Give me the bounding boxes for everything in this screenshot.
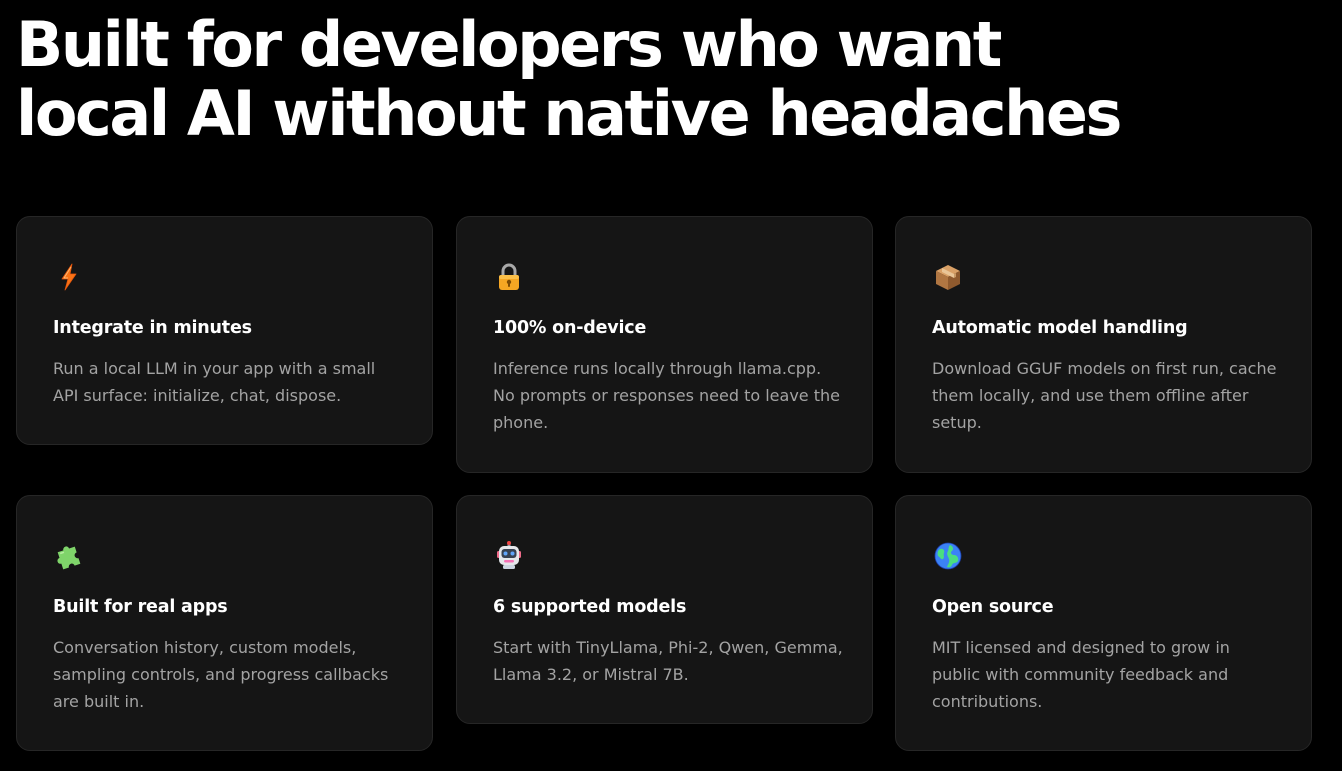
feature-title: Open source xyxy=(932,597,1054,617)
page-headline: Built for developers who want local AI w… xyxy=(16,8,1122,150)
headline-line-2: local AI without native headaches xyxy=(16,77,1122,150)
feature-card-supported-models: 6 supported models Start with TinyLlama,… xyxy=(456,495,873,724)
feature-card-model-handling: Automatic model handling Download GGUF m… xyxy=(895,216,1312,473)
lightning-icon xyxy=(53,261,85,293)
package-icon xyxy=(932,261,964,293)
feature-title: 6 supported models xyxy=(493,597,687,617)
feature-card-real-apps: Built for real apps Conversation history… xyxy=(16,495,433,751)
feature-title: 100% on-device xyxy=(493,318,647,338)
feature-description: Download GGUF models on first run, cache… xyxy=(932,359,1277,432)
feature-description: Conversation history, custom models, sam… xyxy=(53,638,389,711)
feature-card-on-device: 100% on-device Inference runs locally th… xyxy=(456,216,873,473)
feature-description: MIT licensed and designed to grow in pub… xyxy=(932,638,1230,711)
headline-line-1: Built for developers who want xyxy=(16,8,1002,81)
feature-description: Start with TinyLlama, Phi-2, Qwen, Gemma… xyxy=(493,638,843,684)
feature-description: Run a local LLM in your app with a small… xyxy=(53,359,376,405)
puzzle-icon xyxy=(53,540,85,572)
lock-icon xyxy=(493,261,525,293)
feature-card-open-source: Open source MIT licensed and designed to… xyxy=(895,495,1312,751)
feature-card-integrate: Integrate in minutes Run a local LLM in … xyxy=(16,216,433,445)
globe-icon xyxy=(932,540,964,572)
feature-title: Built for real apps xyxy=(53,597,228,617)
feature-title: Automatic model handling xyxy=(932,318,1188,338)
feature-description: Inference runs locally through llama.cpp… xyxy=(493,359,840,432)
feature-title: Integrate in minutes xyxy=(53,318,252,338)
robot-icon xyxy=(493,540,525,572)
